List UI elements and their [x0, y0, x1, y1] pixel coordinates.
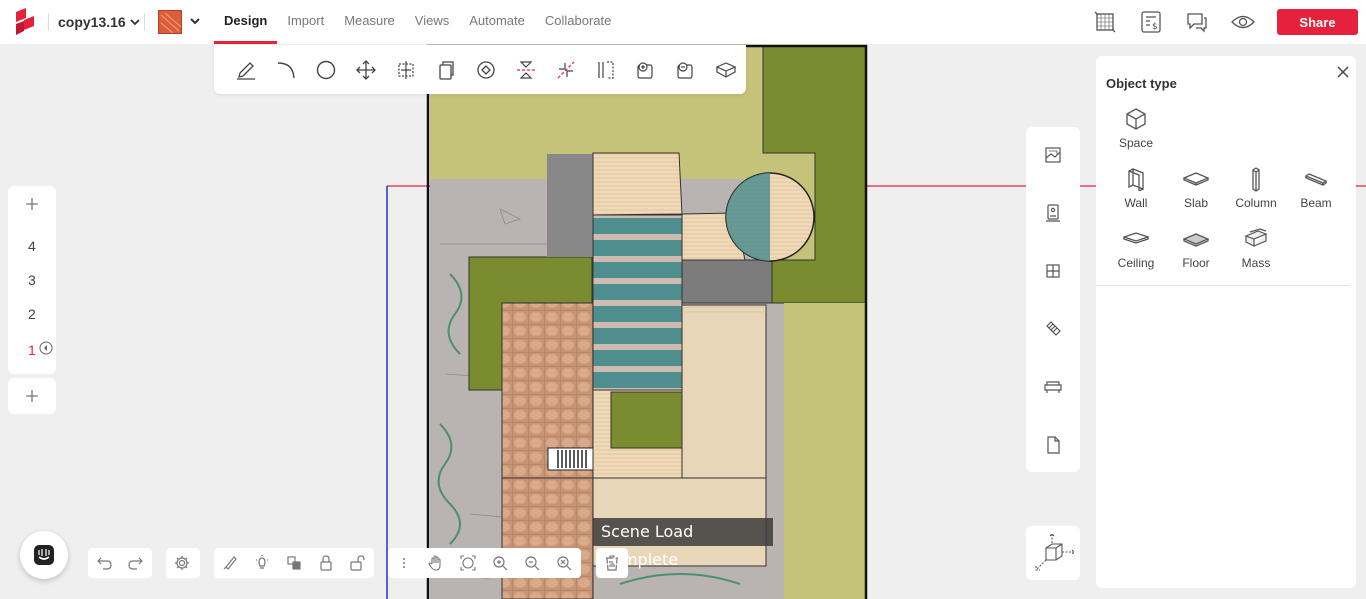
zoom-extents-icon[interactable] — [452, 548, 484, 578]
more-icon[interactable] — [388, 548, 420, 578]
project-selector[interactable]: copy13.16 — [58, 14, 140, 30]
object-floor[interactable]: Floor — [1166, 225, 1226, 281]
plus-icon — [26, 390, 38, 402]
levels-panel: 4 3 2 1 — [8, 186, 56, 374]
level-3[interactable]: 3 — [28, 272, 36, 288]
add-level-below-button[interactable] — [8, 378, 56, 414]
level-1[interactable]: 1 — [28, 342, 36, 358]
image-icon[interactable] — [1026, 135, 1080, 175]
beam-icon — [1304, 165, 1328, 193]
scene-toolbar — [214, 548, 374, 578]
redo-icon[interactable] — [120, 548, 152, 578]
panel-title: Object type — [1106, 76, 1177, 91]
slab-icon — [1183, 165, 1209, 193]
sheet-grid-icon[interactable] — [1082, 8, 1128, 36]
tab-collaborate[interactable]: Collaborate — [535, 0, 622, 44]
copy-icon[interactable] — [426, 55, 466, 85]
tab-views[interactable]: Views — [405, 0, 459, 44]
column-icon — [1250, 165, 1262, 193]
object-slab[interactable]: Slab — [1166, 165, 1226, 221]
status-toast: Scene Load Complete — [593, 518, 773, 569]
top-actions: $ — [1082, 8, 1266, 36]
level-4[interactable]: 4 — [28, 238, 36, 254]
pan-icon[interactable] — [420, 548, 452, 578]
top-bar: copy13.16 Design Import Measure Views Au… — [0, 0, 1366, 44]
app-logo[interactable] — [12, 8, 38, 36]
floor-icon — [1183, 225, 1209, 253]
cube-icon — [1124, 105, 1148, 133]
mirror-icon[interactable] — [506, 55, 546, 85]
layers-icon[interactable] — [278, 548, 310, 578]
move-icon[interactable] — [346, 55, 386, 85]
view-toolbar — [388, 548, 581, 578]
divider — [144, 13, 145, 31]
unlock-icon[interactable] — [342, 548, 374, 578]
main-nav: Design Import Measure Views Automate Col… — [214, 0, 621, 44]
door-icon[interactable] — [1026, 309, 1080, 349]
components-panel — [1026, 127, 1080, 472]
split-icon[interactable] — [546, 55, 586, 85]
eye-icon[interactable] — [1220, 8, 1266, 36]
tab-design[interactable]: Design — [214, 0, 278, 44]
tab-automate[interactable]: Automate — [459, 0, 535, 44]
ceiling-icon — [1123, 225, 1149, 253]
tab-measure[interactable]: Measure — [334, 0, 405, 44]
paint-icon[interactable] — [214, 548, 246, 578]
close-icon[interactable] — [1333, 62, 1353, 82]
object-wall[interactable]: Wall — [1106, 165, 1166, 221]
add-shape-icon[interactable] — [626, 55, 666, 85]
chat-button[interactable] — [20, 531, 68, 579]
zoom-window-icon[interactable] — [548, 548, 580, 578]
zoom-in-icon[interactable] — [484, 548, 516, 578]
history-toolbar — [88, 548, 152, 578]
object-beam[interactable]: Beam — [1286, 165, 1346, 221]
share-button[interactable]: Share — [1277, 9, 1358, 35]
project-name: copy13.16 — [58, 14, 126, 30]
window-icon[interactable] — [1026, 251, 1080, 291]
project-thumbnail[interactable] — [158, 10, 182, 34]
svg-text:$: $ — [1152, 22, 1158, 32]
settings-icon[interactable] — [166, 548, 198, 578]
wall-icon — [1125, 165, 1147, 193]
mass-icon — [1244, 225, 1268, 253]
subtract-shape-icon[interactable] — [666, 55, 706, 85]
extrude-icon[interactable] — [706, 55, 746, 85]
object-type-panel: Object type Space Wall Slab Column Beam … — [1096, 56, 1356, 588]
pencil-icon[interactable] — [226, 55, 266, 85]
level-2[interactable]: 2 — [28, 306, 36, 322]
divider — [48, 13, 49, 31]
tab-import[interactable]: Import — [277, 0, 334, 44]
object-ceiling[interactable]: Ceiling — [1106, 225, 1166, 281]
elevator-icon[interactable] — [1026, 193, 1080, 233]
settings-toolbar — [166, 548, 200, 578]
add-level-above-button[interactable] — [8, 186, 56, 222]
chevron-down-icon[interactable] — [188, 14, 202, 28]
chat-icon — [34, 545, 54, 565]
object-column[interactable]: Column — [1226, 165, 1286, 221]
design-toolbar — [214, 45, 746, 94]
furniture-icon[interactable] — [1026, 367, 1080, 407]
view-cube-icon[interactable] — [1026, 526, 1080, 580]
estimate-icon[interactable]: $ — [1128, 8, 1174, 36]
divider — [1096, 285, 1350, 286]
chevron-left-icon[interactable] — [39, 341, 53, 355]
rotate-icon[interactable] — [466, 55, 506, 85]
object-space[interactable]: Space — [1106, 105, 1166, 161]
select-move-icon[interactable] — [386, 55, 426, 85]
plus-icon — [26, 198, 38, 210]
object-mass[interactable]: Mass — [1226, 225, 1286, 281]
comment-icon[interactable] — [1174, 8, 1220, 36]
light-icon[interactable] — [246, 548, 278, 578]
undo-icon[interactable] — [88, 548, 120, 578]
document-icon[interactable] — [1026, 425, 1080, 465]
arc-icon[interactable] — [266, 55, 306, 85]
zoom-out-icon[interactable] — [516, 548, 548, 578]
chevron-down-icon — [130, 19, 140, 26]
lock-icon[interactable] — [310, 548, 342, 578]
circle-icon[interactable] — [306, 55, 346, 85]
offset-icon[interactable] — [586, 55, 626, 85]
